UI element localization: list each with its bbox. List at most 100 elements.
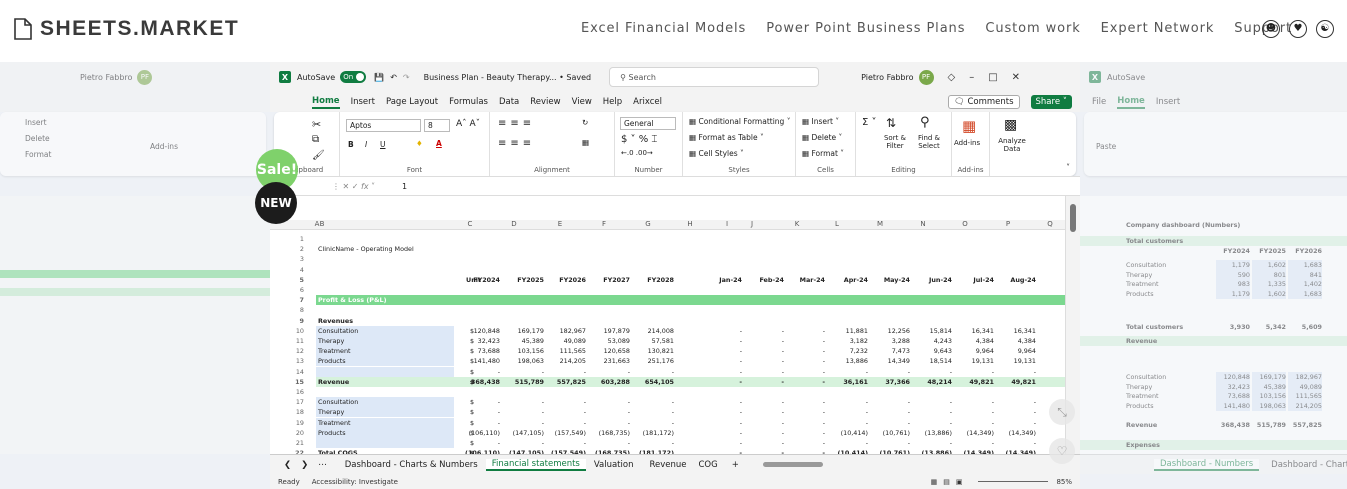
table-cell[interactable]: - xyxy=(504,407,544,417)
addins-icon[interactable]: ▦ xyxy=(962,117,976,135)
table-cell[interactable]: - xyxy=(912,418,952,428)
table-cell[interactable]: 15,814 xyxy=(912,326,952,336)
document-title[interactable]: Business Plan - Beauty Therapy... • Save… xyxy=(424,73,592,82)
table-cell[interactable]: 16,341 xyxy=(996,326,1036,336)
table-cell[interactable]: 18,514 xyxy=(912,356,952,366)
table-cell[interactable]: - xyxy=(870,367,910,377)
table-cell[interactable]: 7,232 xyxy=(828,346,868,356)
column-header[interactable]: I xyxy=(720,220,734,228)
table-cell[interactable]: Apr-24 xyxy=(828,275,868,285)
wishlist-heart-icon[interactable]: ♥ xyxy=(1289,20,1307,38)
tab-review[interactable]: Review xyxy=(530,97,560,107)
table-cell[interactable]: - xyxy=(702,397,742,407)
table-cell[interactable]: 49,821 xyxy=(996,377,1036,387)
table-cell[interactable]: - xyxy=(460,418,500,428)
table-cell[interactable]: - xyxy=(546,367,586,377)
find-select-icon[interactable]: ⚲ xyxy=(920,115,930,130)
font-color-icon[interactable]: A xyxy=(436,139,442,148)
add-sheet-icon[interactable]: + xyxy=(732,460,739,470)
table-cell[interactable]: - xyxy=(785,326,825,336)
row-label[interactable]: Consultation xyxy=(318,397,358,407)
column-header[interactable]: D xyxy=(507,220,521,228)
table-cell[interactable]: - xyxy=(744,407,784,417)
table-cell[interactable]: - xyxy=(744,438,784,448)
tab-home[interactable]: Home xyxy=(312,96,340,109)
table-cell[interactable]: - xyxy=(504,418,544,428)
delete-cells-button[interactable]: ▦ Delete ˅ xyxy=(802,133,842,142)
table-cell[interactable]: - xyxy=(702,377,742,387)
table-cell[interactable]: 557,825 xyxy=(546,377,586,387)
table-cell[interactable]: (106,110) xyxy=(460,428,500,438)
table-cell[interactable]: - xyxy=(954,418,994,428)
table-cell[interactable]: - xyxy=(702,346,742,356)
table-cell[interactable]: 14,349 xyxy=(870,356,910,366)
next-sheet-icon[interactable]: ❯ xyxy=(301,460,308,470)
column-header[interactable]: C xyxy=(463,220,477,228)
cut-icon[interactable]: ✂ xyxy=(312,118,321,131)
column-header[interactable]: N xyxy=(916,220,930,228)
wrap-text-icon[interactable]: ↻ xyxy=(582,118,588,127)
table-cell[interactable]: 3,182 xyxy=(828,336,868,346)
copy-icon[interactable]: ⧉ xyxy=(312,134,319,145)
table-cell[interactable]: - xyxy=(590,397,630,407)
redo-icon[interactable]: ↷ xyxy=(403,73,410,82)
table-cell[interactable]: 53,089 xyxy=(590,336,630,346)
tab-arixcel[interactable]: Arixcel xyxy=(633,97,662,107)
nav-excel-models[interactable]: Excel Financial Models xyxy=(581,21,746,36)
table-cell[interactable]: 49,821 xyxy=(954,377,994,387)
gallery-prev-screenshot[interactable]: Pietro Fabbro PF Insert Delete Format Add… xyxy=(0,62,270,489)
column-header[interactable]: O xyxy=(958,220,972,228)
table-cell[interactable]: - xyxy=(996,367,1036,377)
table-cell[interactable]: - xyxy=(828,407,868,417)
table-cell[interactable]: - xyxy=(912,367,952,377)
table-cell[interactable]: - xyxy=(785,418,825,428)
table-cell[interactable]: - xyxy=(744,346,784,356)
table-cell[interactable]: - xyxy=(912,397,952,407)
font-grow-icon[interactable]: Aˆ Aˇ xyxy=(456,119,480,129)
column-header[interactable]: Q xyxy=(1043,220,1057,228)
tab-dashboard-charts[interactable]: Dashboard - Charts & Numbers xyxy=(337,460,486,470)
table-cell[interactable]: 9,964 xyxy=(996,346,1036,356)
table-cell[interactable]: 11,881 xyxy=(828,326,868,336)
italic-icon[interactable]: I xyxy=(365,140,367,149)
table-cell[interactable]: - xyxy=(634,418,674,428)
table-cell[interactable]: - xyxy=(954,438,994,448)
vertical-align-icons[interactable]: ≡≡≡ xyxy=(498,118,535,129)
table-cell[interactable]: 36,161 xyxy=(828,377,868,387)
table-cell[interactable]: - xyxy=(785,346,825,356)
table-cell[interactable]: - xyxy=(744,397,784,407)
merge-icon[interactable]: ▦ xyxy=(582,138,589,147)
row-label[interactable]: Therapy xyxy=(318,407,344,417)
autosave-toggle[interactable]: On xyxy=(340,71,367,83)
table-cell[interactable]: 515,789 xyxy=(504,377,544,387)
table-cell[interactable]: - xyxy=(828,397,868,407)
table-cell[interactable]: - xyxy=(504,438,544,448)
table-cell[interactable]: 603,288 xyxy=(590,377,630,387)
spreadsheet-grid[interactable]: ABCDEFGHIJKLMNOPQ 1 2 ClinicName - Operati… xyxy=(270,196,1065,454)
table-cell[interactable]: - xyxy=(702,336,742,346)
column-header[interactable]: J xyxy=(745,220,759,228)
table-cell[interactable]: - xyxy=(702,428,742,438)
analyze-data-label[interactable]: Analyze Data xyxy=(992,137,1032,153)
table-cell[interactable]: 19,131 xyxy=(996,356,1036,366)
currency-percent-icons[interactable]: $ ˅ % ⌶ xyxy=(621,134,657,145)
font-name-select[interactable]: Aptos xyxy=(346,119,421,132)
format-as-table-button[interactable]: ▦ Format as Table ˅ xyxy=(689,133,764,142)
column-header[interactable]: L xyxy=(830,220,844,228)
table-cell[interactable]: - xyxy=(996,397,1036,407)
comments-button[interactable]: 🗨 Comments xyxy=(947,95,1020,109)
underline-icon[interactable]: U xyxy=(380,140,386,149)
table-cell[interactable]: FY2027 xyxy=(590,275,630,285)
table-cell[interactable]: Feb-24 xyxy=(744,275,784,285)
addins-button-label[interactable]: Add-ins xyxy=(954,139,980,147)
table-cell[interactable]: 16,341 xyxy=(954,326,994,336)
view-mode-icons[interactable]: ▦▤▣ xyxy=(931,478,969,486)
table-cell[interactable]: - xyxy=(546,407,586,417)
table-cell[interactable]: 654,105 xyxy=(634,377,674,387)
table-cell[interactable]: 103,156 xyxy=(504,346,544,356)
table-cell[interactable]: - xyxy=(744,428,784,438)
table-cell[interactable]: - xyxy=(546,418,586,428)
table-cell[interactable]: - xyxy=(546,397,586,407)
account-icon[interactable]: ☻ xyxy=(1262,20,1280,38)
table-cell[interactable]: - xyxy=(702,418,742,428)
